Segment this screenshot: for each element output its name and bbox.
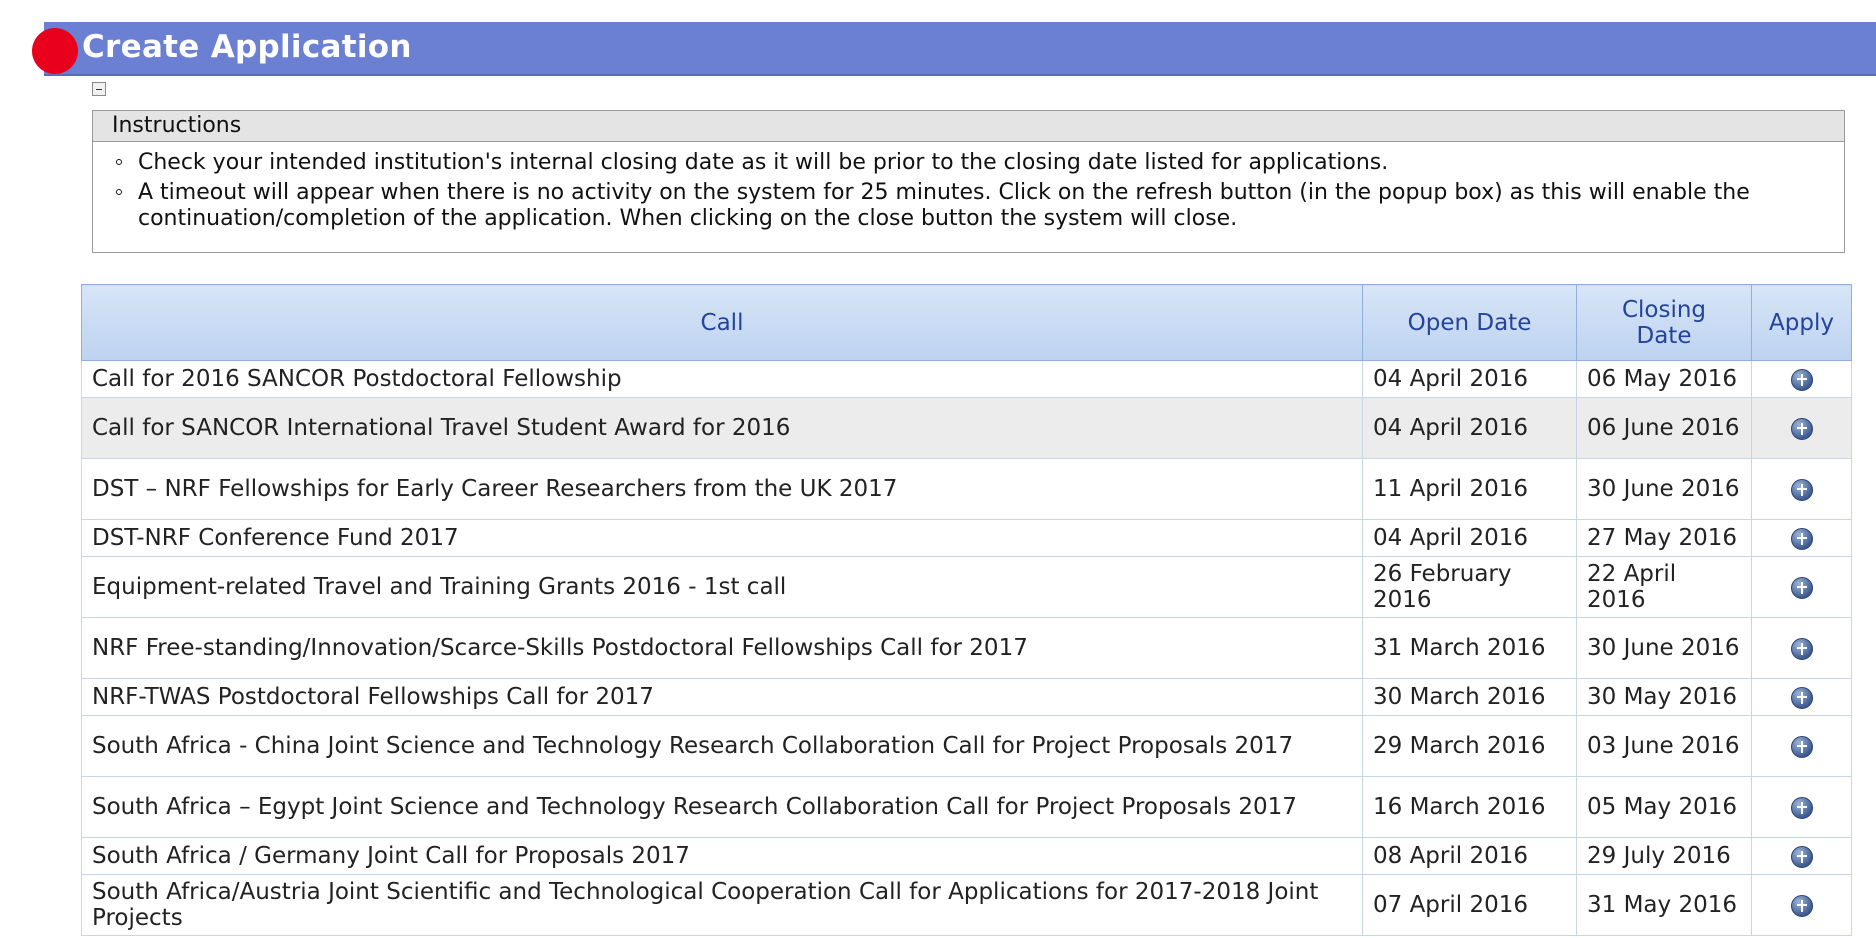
- closing-date: 31 May 2016: [1576, 874, 1752, 936]
- table-row: DST – NRF Fellowships for Early Career R…: [81, 458, 1852, 520]
- table-row: Equipment-related Travel and Training Gr…: [81, 556, 1852, 618]
- apply-add-icon[interactable]: [1790, 796, 1813, 819]
- apply-add-icon[interactable]: [1790, 368, 1813, 391]
- table-header-row: Call Open Date Closing Date Apply: [81, 284, 1852, 361]
- apply-add-icon[interactable]: [1790, 478, 1813, 501]
- apply-add-icon[interactable]: [1790, 686, 1813, 709]
- closing-date: 22 April 2016: [1576, 556, 1752, 618]
- collapse-instructions-button[interactable]: [92, 82, 106, 96]
- table-row: South Africa - China Joint Science and T…: [81, 715, 1852, 777]
- open-date: 30 March 2016: [1362, 678, 1577, 716]
- open-date: 04 April 2016: [1362, 397, 1577, 459]
- column-header-open-date[interactable]: Open Date: [1362, 284, 1577, 361]
- call-name: Equipment-related Travel and Training Gr…: [81, 556, 1363, 618]
- open-date: 04 April 2016: [1362, 519, 1577, 557]
- apply-add-icon[interactable]: [1790, 735, 1813, 758]
- apply-add-icon[interactable]: [1790, 576, 1813, 599]
- closing-date: 29 July 2016: [1576, 837, 1752, 875]
- closing-date: 06 May 2016: [1576, 360, 1752, 398]
- column-header-apply: Apply: [1751, 284, 1852, 361]
- closing-date: 06 June 2016: [1576, 397, 1752, 459]
- apply-add-icon[interactable]: [1790, 637, 1813, 660]
- calls-table: Call Open Date Closing Date Apply Call f…: [81, 284, 1852, 936]
- open-date: 11 April 2016: [1362, 458, 1577, 520]
- status-dot-icon: [32, 28, 78, 74]
- call-name: DST-NRF Conference Fund 2017: [81, 519, 1363, 557]
- table-row: Call for 2016 SANCOR Postdoctoral Fellow…: [81, 360, 1852, 398]
- call-name: South Africa/Austria Joint Scientific an…: [81, 874, 1363, 936]
- call-name: NRF-TWAS Postdoctoral Fellowships Call f…: [81, 678, 1363, 716]
- table-row: South Africa/Austria Joint Scientific an…: [81, 874, 1852, 936]
- closing-date: 05 May 2016: [1576, 776, 1752, 838]
- closing-date: 30 June 2016: [1576, 458, 1752, 520]
- open-date: 26 February 2016: [1362, 556, 1577, 618]
- call-name: DST – NRF Fellowships for Early Career R…: [81, 458, 1363, 520]
- call-name: South Africa / Germany Joint Call for Pr…: [81, 837, 1363, 875]
- apply-add-icon[interactable]: [1790, 417, 1813, 440]
- apply-add-icon[interactable]: [1790, 527, 1813, 550]
- closing-date: 27 May 2016: [1576, 519, 1752, 557]
- open-date: 16 March 2016: [1362, 776, 1577, 838]
- table-row: Call for SANCOR International Travel Stu…: [81, 397, 1852, 459]
- column-header-closing-date[interactable]: Closing Date: [1576, 284, 1752, 361]
- call-name: Call for 2016 SANCOR Postdoctoral Fellow…: [81, 360, 1363, 398]
- open-date: 04 April 2016: [1362, 360, 1577, 398]
- apply-add-icon[interactable]: [1790, 845, 1813, 868]
- call-name: South Africa – Egypt Joint Science and T…: [81, 776, 1363, 838]
- call-name: NRF Free-standing/Innovation/Scarce-Skil…: [81, 617, 1363, 679]
- closing-date: 30 June 2016: [1576, 617, 1752, 679]
- instructions-panel: Instructions Check your intended institu…: [92, 110, 1845, 253]
- call-name: Call for SANCOR International Travel Stu…: [81, 397, 1363, 459]
- open-date: 08 April 2016: [1362, 837, 1577, 875]
- apply-add-icon[interactable]: [1790, 894, 1813, 917]
- open-date: 29 March 2016: [1362, 715, 1577, 777]
- closing-date: 03 June 2016: [1576, 715, 1752, 777]
- open-date: 31 March 2016: [1362, 617, 1577, 679]
- closing-date: 30 May 2016: [1576, 678, 1752, 716]
- page-title: Create Application: [82, 29, 412, 65]
- page: Create Application Instructions Check yo…: [0, 0, 1876, 938]
- table-row: DST-NRF Conference Fund 2017 04 April 20…: [81, 519, 1852, 557]
- open-date: 07 April 2016: [1362, 874, 1577, 936]
- column-header-call[interactable]: Call: [81, 284, 1363, 361]
- instruction-item: Check your intended institution's intern…: [93, 150, 1844, 176]
- call-name: South Africa - China Joint Science and T…: [81, 715, 1363, 777]
- table-row: South Africa / Germany Joint Call for Pr…: [81, 837, 1852, 875]
- instructions-heading: Instructions: [93, 111, 1844, 142]
- instructions-list: Check your intended institution's intern…: [93, 142, 1844, 232]
- table-row: South Africa – Egypt Joint Science and T…: [81, 776, 1852, 838]
- table-row: NRF Free-standing/Innovation/Scarce-Skil…: [81, 617, 1852, 679]
- instruction-item: A timeout will appear when there is no a…: [93, 180, 1844, 232]
- table-row: NRF-TWAS Postdoctoral Fellowships Call f…: [81, 678, 1852, 716]
